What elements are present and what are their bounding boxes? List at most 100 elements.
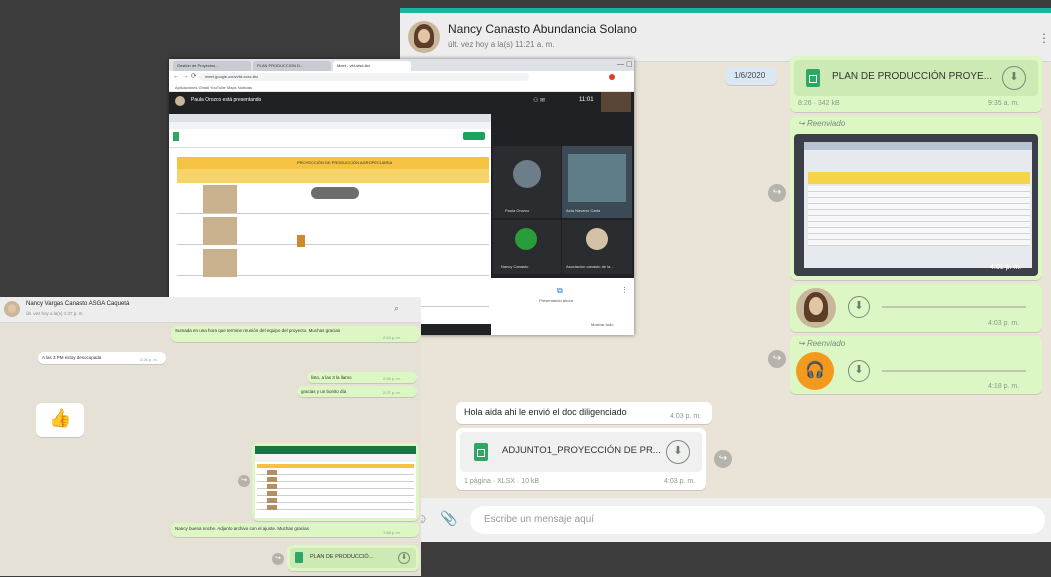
message-time: 4:03 p. m. bbox=[664, 478, 696, 485]
meet-clock: 11:01 bbox=[579, 97, 594, 103]
download-icon[interactable]: ⬇ bbox=[398, 552, 410, 564]
forward-icon[interactable]: ↪ bbox=[272, 553, 284, 565]
participant-name: Paula Orozco bbox=[505, 208, 530, 213]
message-time: 9:35 a. m. bbox=[988, 100, 1020, 107]
incoming-text-message[interactable]: A las 3 PM estoy desocupada 2:26 p. m. bbox=[38, 352, 166, 364]
chat-header[interactable]: Nancy Vargas Canasto ASGA Caquetá últ. v… bbox=[0, 297, 421, 323]
outgoing-doc-message[interactable]: PLAN DE PRODUCCIÓ... ⬇ bbox=[287, 545, 419, 571]
sticker-message[interactable]: 👍 bbox=[36, 403, 84, 437]
nav-arrows-icon[interactable]: ← → ⟳ bbox=[173, 72, 197, 80]
sheets-toolbar bbox=[169, 129, 491, 148]
outgoing-audio-message-2[interactable]: ↪ Reenviado 🎧 ⬇ 4:18 p. m. bbox=[790, 336, 1042, 394]
sheet-title: PROYECCIÓN DE PRODUCCIÓN AGROPECUARIA bbox=[297, 160, 393, 165]
tab-strip: Gestión de Proyectos... PLAN PRODUCCION … bbox=[169, 59, 634, 71]
menu-icon[interactable]: ⋮ bbox=[1038, 31, 1050, 45]
share-button[interactable] bbox=[463, 132, 485, 140]
spreadsheet-photo[interactable]: 4:01 p. m. bbox=[794, 134, 1038, 276]
outgoing-doc-message[interactable]: PLAN DE PRODUCCIÓN PROYE... ⬇ 8:26 · 342… bbox=[790, 56, 1042, 112]
forwarded-label: ↪ Reenviado bbox=[798, 119, 846, 128]
profile-icon[interactable] bbox=[609, 74, 615, 80]
outgoing-text-message[interactable]: gracias y un bonito día 2:27 p. m. bbox=[297, 386, 417, 397]
outgoing-text-message[interactable]: Sumada en una hora que termine reunión d… bbox=[171, 326, 420, 342]
outgoing-image-message[interactable] bbox=[252, 443, 419, 521]
forward-icon[interactable]: ↪ bbox=[714, 450, 732, 468]
outgoing-text-message[interactable]: listo, a las 3 la llamo 2:26 p. m. bbox=[307, 372, 417, 383]
participant-tile[interactable]: Aida Navarro Carta bbox=[562, 146, 632, 218]
spreadsheet-icon bbox=[806, 69, 820, 87]
incoming-doc-message[interactable]: ADJUNTO1_PROYECCIÓN DE PR... ⬇ 1 página … bbox=[456, 428, 706, 490]
message-text: listo, a las 3 la llamo bbox=[311, 375, 352, 380]
browser-tab[interactable]: Gestión de Proyectos... bbox=[173, 61, 251, 71]
browser-tab-active[interactable]: Meet - vfd-sfsd-tbz bbox=[333, 61, 411, 71]
more-options-icon[interactable]: ⋮ bbox=[621, 286, 628, 294]
show-all-link[interactable]: Mostrar todo bbox=[591, 322, 613, 327]
doc-meta: 1 página · XLSX · 10 kB bbox=[464, 478, 540, 485]
participant-tile[interactable]: Asociacion canasto de la... bbox=[562, 220, 632, 274]
download-icon[interactable]: ⬇ bbox=[848, 360, 870, 382]
product-photo bbox=[203, 217, 237, 245]
participant-name: Nancy Canasto bbox=[501, 264, 529, 269]
message-time: 2:27 p. m. bbox=[383, 390, 401, 395]
last-seen: últ. vez hoy a la(s) 11:21 a. m. bbox=[448, 40, 555, 49]
browser-tab[interactable]: PLAN PRODUCCION D... bbox=[253, 61, 331, 71]
participant-name: Asociacion canasto de la... bbox=[566, 264, 614, 269]
sender-avatar bbox=[796, 288, 836, 328]
product-photos bbox=[267, 470, 277, 510]
meet-browser-window: Gestión de Proyectos... PLAN PRODUCCION … bbox=[169, 59, 634, 335]
forward-icon[interactable]: ↪ bbox=[238, 475, 250, 487]
incoming-text-message[interactable]: Hola aida ahi le envió el doc diligencia… bbox=[456, 402, 712, 424]
contact-avatar[interactable] bbox=[408, 21, 440, 53]
contact-avatar[interactable] bbox=[4, 301, 20, 317]
spreadsheet-icon bbox=[295, 552, 303, 563]
outgoing-image-message[interactable]: ↪ Reenviado 4:01 p. m. bbox=[790, 116, 1042, 280]
presenter-avatar bbox=[175, 96, 185, 106]
participant-tile[interactable]: Paula Orozco bbox=[493, 146, 561, 218]
spreadsheet-thumbnail[interactable] bbox=[255, 446, 416, 518]
doc-card[interactable]: ADJUNTO1_PROYECCIÓN DE PR... ⬇ bbox=[460, 432, 702, 472]
chat-header[interactable]: Nancy Canasto Abundancia Solano últ. vez… bbox=[400, 13, 1051, 62]
doc-card[interactable]: PLAN DE PRODUCCIÓ... ⬇ bbox=[290, 548, 416, 568]
doc-name: ADJUNTO1_PROYECCIÓN DE PR... bbox=[502, 445, 661, 456]
cell-image bbox=[297, 235, 305, 247]
doc-card[interactable]: PLAN DE PRODUCCIÓN PROYE... ⬇ bbox=[794, 60, 1038, 96]
doc-name: PLAN DE PRODUCCIÓN PROYE... bbox=[832, 71, 993, 82]
download-icon[interactable]: ⬇ bbox=[1002, 66, 1026, 90]
participant-avatar bbox=[515, 228, 537, 250]
attach-icon[interactable]: 📎 bbox=[440, 510, 457, 527]
download-icon[interactable]: ⬇ bbox=[666, 440, 690, 464]
outgoing-audio-message[interactable]: ⬇ 4:03 p. m. bbox=[790, 284, 1042, 332]
message-input[interactable]: Escribe un mensaje aquí bbox=[470, 506, 1045, 534]
bookmarks-bar[interactable]: Aplicaciones Gmail YouTube Maps Noticias bbox=[169, 83, 634, 92]
whatsapp-chat-window-left: Nancy Vargas Canasto ASGA Caquetá últ. v… bbox=[0, 297, 421, 576]
sheet-header-row bbox=[177, 169, 489, 183]
hover-controls[interactable] bbox=[311, 187, 359, 199]
photo-screen-toolbar bbox=[804, 142, 1032, 150]
message-time: 2:26 p. m. bbox=[383, 376, 401, 381]
participant-video bbox=[568, 154, 626, 202]
present-icon[interactable]: ⧉ bbox=[557, 286, 563, 296]
message-text: gracias y un bonito día bbox=[301, 389, 347, 394]
url-field[interactable]: meet.google.com/vfd-xxxx-tbz bbox=[199, 73, 529, 81]
contact-name: Nancy Vargas Canasto ASGA Caquetá bbox=[26, 301, 130, 307]
window-controls[interactable]: — ▢ ✕ bbox=[617, 60, 634, 68]
message-text: Sumada en una hora que termine reunión d… bbox=[175, 328, 341, 333]
outgoing-text-message[interactable]: Nancy buena noche. Adjunto archivo con e… bbox=[171, 523, 419, 537]
download-icon[interactable]: ⬇ bbox=[848, 296, 870, 318]
product-photo bbox=[203, 185, 237, 213]
audio-time: 4:03 p. m. bbox=[988, 320, 1020, 327]
meet-toolbar-icons[interactable]: ⚇ ✉ bbox=[533, 97, 545, 104]
sheet-title-row: PROYECCIÓN DE PRODUCCIÓN AGROPECUARIA bbox=[177, 157, 489, 169]
present-button[interactable]: Presentando ahora bbox=[539, 298, 573, 303]
message-time: 2:26 p. m. bbox=[140, 357, 158, 362]
audio-waveform[interactable] bbox=[882, 370, 1026, 372]
participant-name: Aida Navarro Carta bbox=[566, 208, 601, 213]
forward-icon[interactable]: ↪ bbox=[768, 184, 786, 202]
image-time: 4:01 p. m. bbox=[990, 264, 1022, 271]
participant-avatar bbox=[513, 160, 541, 188]
audio-waveform[interactable] bbox=[882, 306, 1026, 308]
photo-header-row bbox=[808, 172, 1030, 184]
last-seen: últ. vez hoy a la(s) 1:47 p. m. bbox=[26, 311, 84, 316]
forward-icon[interactable]: ↪ bbox=[768, 350, 786, 368]
participant-tile[interactable]: Nancy Canasto bbox=[493, 220, 561, 274]
search-icon[interactable]: ⌕ bbox=[394, 303, 399, 314]
